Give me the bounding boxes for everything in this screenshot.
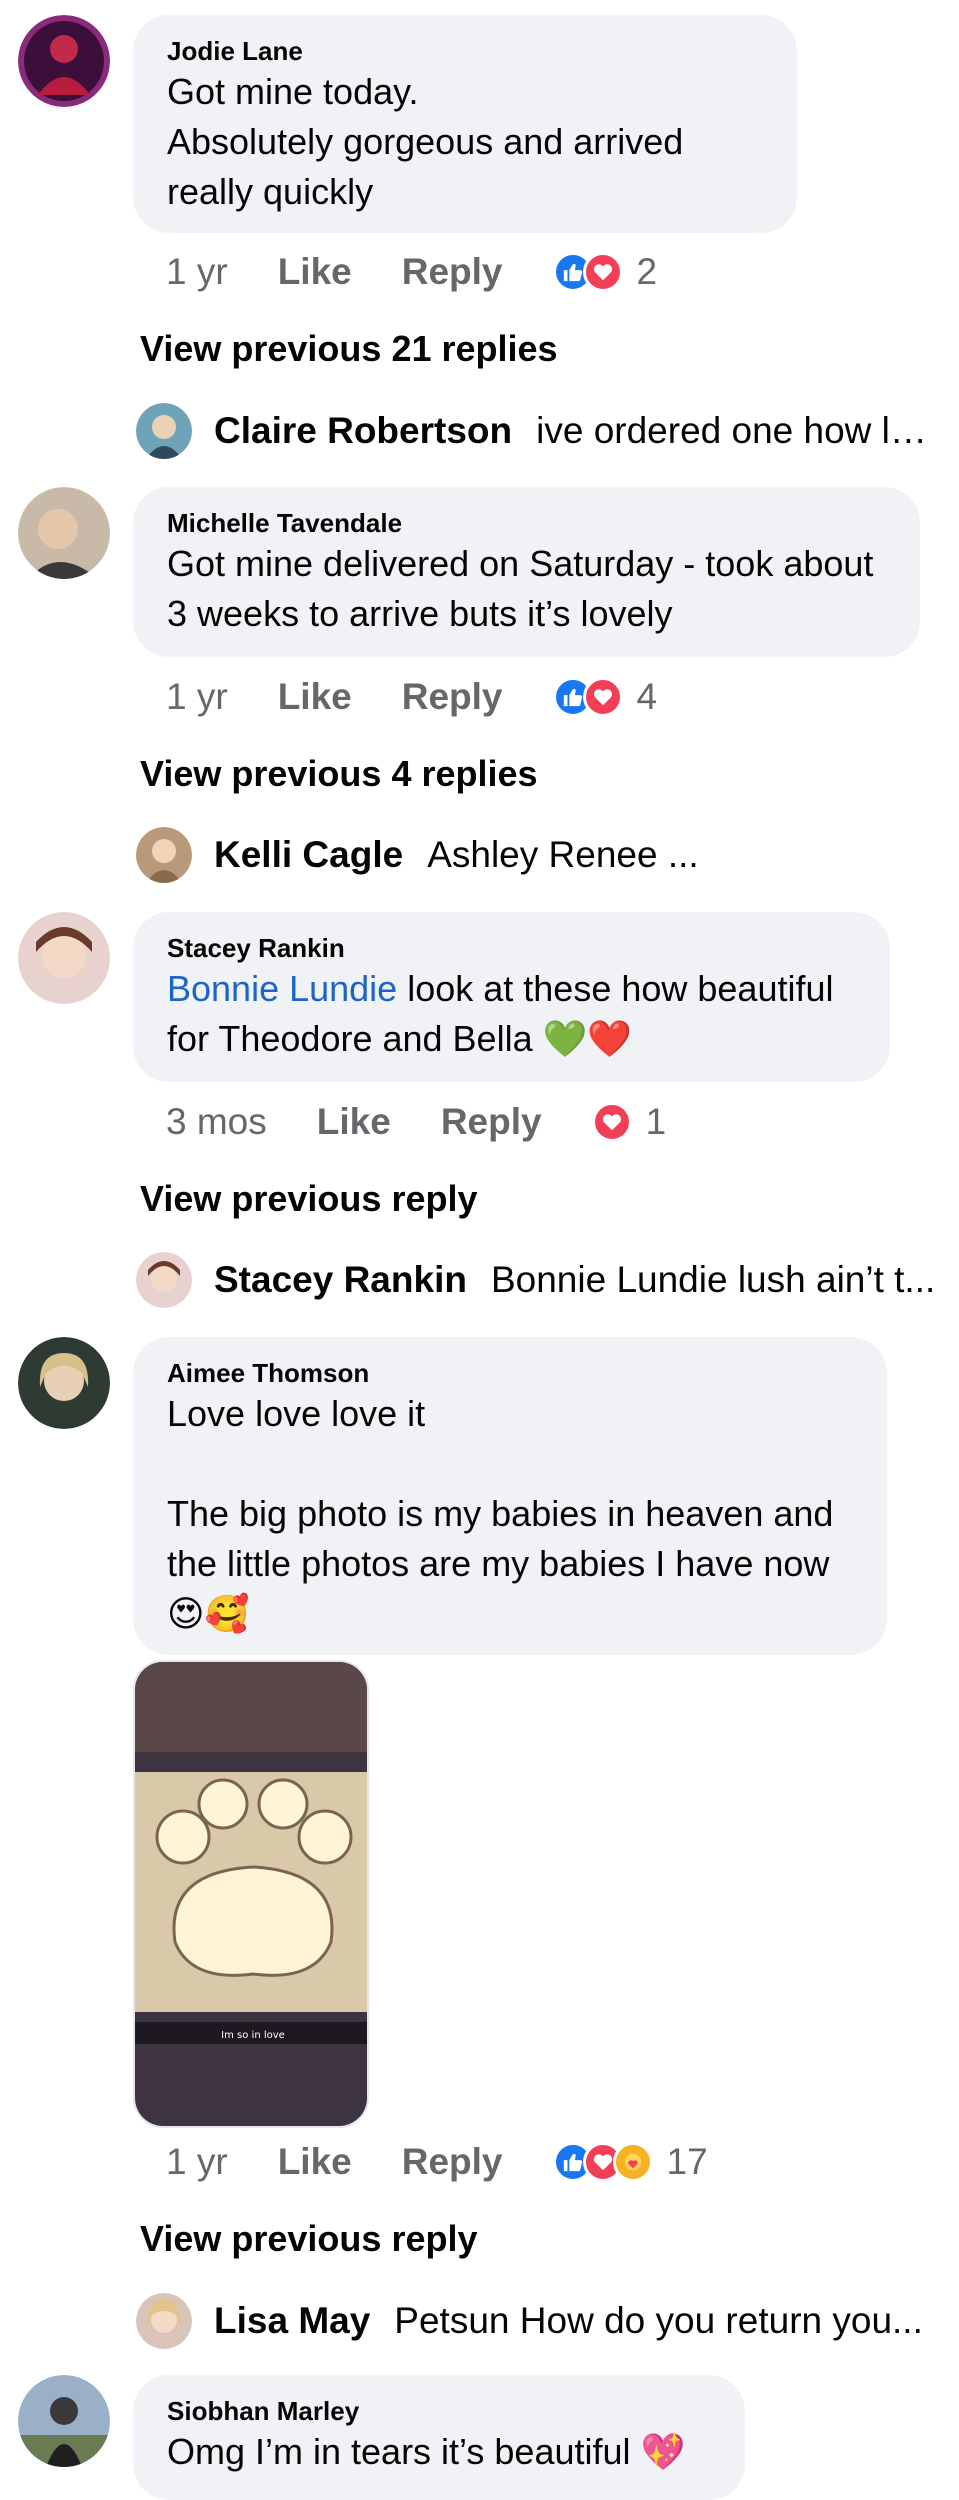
avatar[interactable] xyxy=(18,1337,110,1429)
reaction-count[interactable]: 4 xyxy=(637,676,658,718)
latest-reply[interactable]: Stacey Rankin Bonnie Lundie lush ain’t t… xyxy=(136,1252,936,1308)
care-hug-icon xyxy=(612,2142,653,2182)
comment-bubble: Stacey Rankin Bonnie Lundie look at thes… xyxy=(133,912,890,1082)
comment-text: Got mine delivered on Saturday - took ab… xyxy=(167,543,874,634)
comment-text: Omg I’m in tears it’s beautiful 💖 xyxy=(167,2431,686,2472)
reactions[interactable] xyxy=(552,2142,653,2182)
comment-author[interactable]: Aimee Thomson xyxy=(167,1357,853,1389)
comment-time[interactable]: 1 yr xyxy=(166,251,228,293)
reply-text: ive ordered one how lo... xyxy=(536,410,936,451)
like-button[interactable]: Like xyxy=(278,2141,352,2183)
mention-link[interactable]: Bonnie Lundie xyxy=(167,968,397,1009)
reply-button[interactable]: Reply xyxy=(402,251,503,293)
avatar[interactable] xyxy=(18,912,110,1004)
comment-text: Love love love it The big photo is my ba… xyxy=(167,1393,834,1634)
reply-text: Petsun How do you return you... xyxy=(394,2300,923,2341)
latest-reply[interactable]: Kelli Cagle Ashley Renee ... xyxy=(136,827,936,883)
heart-icon xyxy=(591,1102,632,1142)
heart-icon xyxy=(582,252,623,292)
comment-actions: 1 yr Like Reply 2 xyxy=(166,247,657,297)
comment-actions: 1 yr Like Reply 17 xyxy=(166,2137,708,2187)
comment-author[interactable]: Siobhan Marley xyxy=(167,2395,711,2427)
comment-bubble: Aimee Thomson Love love love it The big … xyxy=(133,1337,887,1655)
reply-text: Bonnie Lundie lush ain’t t... xyxy=(490,1259,936,1300)
comment-actions: 3 mos Like Reply 1 xyxy=(166,1097,666,1147)
comment-time[interactable]: 1 yr xyxy=(166,2141,228,2183)
avatar[interactable] xyxy=(18,2375,110,2467)
comment-bubble: Jodie Lane Got mine today. Absolutely go… xyxy=(133,15,797,233)
like-button[interactable]: Like xyxy=(317,1101,391,1143)
latest-reply[interactable]: Claire Robertson ive ordered one how lo.… xyxy=(136,403,936,459)
comment-bubble: Siobhan Marley Omg I’m in tears it’s bea… xyxy=(133,2375,745,2500)
reply-author[interactable]: Stacey Rankin xyxy=(214,1259,467,1301)
comment-time[interactable]: 1 yr xyxy=(166,676,228,718)
view-previous-replies[interactable]: View previous reply xyxy=(140,1178,477,1220)
comment-actions: 1 yr Like Reply 4 xyxy=(166,672,657,722)
comment-time[interactable]: 3 mos xyxy=(166,1101,267,1143)
comment-author[interactable]: Jodie Lane xyxy=(167,35,763,67)
reply-author[interactable]: Lisa May xyxy=(214,2300,370,2342)
view-previous-replies[interactable]: View previous 4 replies xyxy=(140,753,538,795)
photo-caption: Im so in love xyxy=(221,2030,285,2041)
latest-reply[interactable]: Lisa May Petsun How do you return you... xyxy=(136,2293,936,2349)
reaction-count[interactable]: 17 xyxy=(667,2141,708,2183)
comment-text: Bonnie Lundie look at these how beautifu… xyxy=(167,964,856,1064)
reactions[interactable] xyxy=(552,677,623,717)
like-button[interactable]: Like xyxy=(278,251,352,293)
reactions[interactable] xyxy=(552,252,623,292)
reply-author[interactable]: Kelli Cagle xyxy=(214,834,403,876)
reply-button[interactable]: Reply xyxy=(441,1101,542,1143)
reaction-count[interactable]: 2 xyxy=(637,251,658,293)
comment-text: Got mine today. Absolutely gorgeous and … xyxy=(167,71,684,212)
reactions[interactable] xyxy=(591,1102,632,1142)
reply-text: Ashley Renee ... xyxy=(427,834,699,875)
comment-bubble: Michelle Tavendale Got mine delivered on… xyxy=(133,487,920,657)
avatar[interactable] xyxy=(18,487,110,579)
view-previous-replies[interactable]: View previous 21 replies xyxy=(140,328,558,370)
comment-author[interactable]: Stacey Rankin xyxy=(167,932,856,964)
view-previous-replies[interactable]: View previous reply xyxy=(140,2218,477,2260)
comment-author[interactable]: Michelle Tavendale xyxy=(167,507,886,539)
reply-author[interactable]: Claire Robertson xyxy=(214,410,512,452)
reaction-count[interactable]: 1 xyxy=(646,1101,667,1143)
reply-button[interactable]: Reply xyxy=(402,2141,503,2183)
avatar[interactable] xyxy=(18,15,110,107)
comment-photo[interactable]: Im so in love xyxy=(133,1660,369,2128)
heart-icon xyxy=(582,677,623,717)
like-button[interactable]: Like xyxy=(278,676,352,718)
reply-button[interactable]: Reply xyxy=(402,676,503,718)
